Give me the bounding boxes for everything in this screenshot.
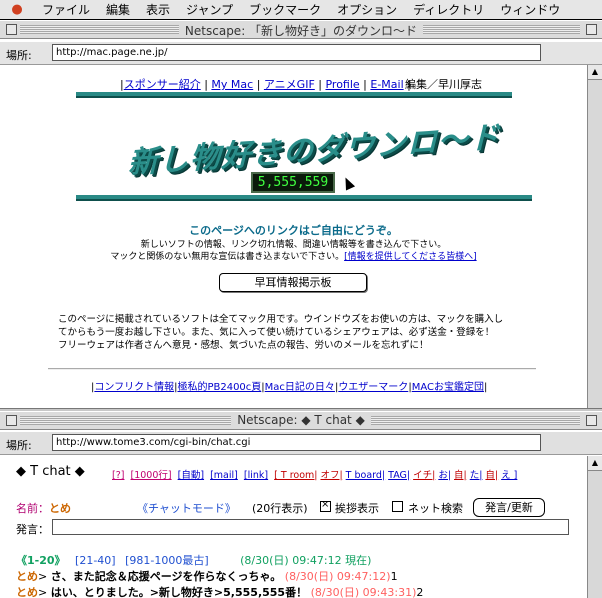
chat-page-content: ◆ T chat ◆ [?] [1000行] [自動] [mail] [link… — [0, 456, 587, 598]
nav-link-sponsor[interactable]: スポンサー紹介 — [124, 78, 201, 91]
chat-mode-link[interactable]: 《チャットモード》 — [137, 500, 236, 516]
bottom-link-mac-otakara[interactable]: MACお宝鑑定団 — [412, 382, 484, 393]
greeting-label: 挨拶表示 — [335, 502, 379, 515]
location-label: 場所: — [6, 49, 32, 62]
notice-line-1: このページに掲載されているソフトは全てマック用です。ウインドウズをお使いの方は、… — [58, 314, 504, 325]
menu-window[interactable]: ウィンドウ — [492, 1, 568, 18]
chat-link-mail[interactable]: [mail] — [210, 470, 238, 481]
chat-link-ichi[interactable]: イチ| — [413, 470, 435, 481]
notice-line-2: てからもう一度お越し下さい。また、気に入って使い続けているシェアウェアは、必ず送… — [58, 327, 495, 338]
message-author: とめ — [16, 586, 38, 598]
window2-scrollbar[interactable]: ▲ — [587, 456, 602, 598]
chat-message: とめ> はい、とりました。>新し物好き>5,555,555番！ (8/30(日)… — [16, 586, 424, 598]
pager: 《1-20》 [21-40] [981-1000最古] (8/30(日) 09:… — [16, 552, 371, 568]
location-label: 場所: — [6, 439, 32, 452]
window1-title: Netscape: 「新し物好き」のダウンロ〜ド — [178, 24, 424, 38]
chat-link-ji-2[interactable]: 自| — [485, 470, 498, 481]
window2-title: Netscape: ◆ T chat ◆ — [231, 413, 371, 427]
menu-bookmarks[interactable]: ブックマーク — [241, 1, 329, 18]
chat-link-link[interactable]: [link] — [244, 470, 268, 481]
editor-credit: 編集／早川厚志 — [405, 78, 482, 91]
pager-link-oldest[interactable]: [981-1000最古] — [125, 554, 209, 567]
bottom-link-pb2400c[interactable]: 極私的PB2400c頁 — [177, 382, 261, 393]
chat-link-ta[interactable]: た| — [470, 470, 483, 481]
chat-link-auto[interactable]: [自動] — [178, 470, 204, 481]
chat-links: [?] [1000行] [自動] [mail] [link] [ T room|… — [112, 467, 520, 481]
name-row: 名前：とめ — [16, 500, 71, 516]
apple-icon[interactable]: ● — [0, 2, 34, 17]
access-counter: 5,555,559 — [251, 172, 335, 193]
scroll-up-arrow-icon[interactable]: ▲ — [588, 65, 602, 80]
invite-line-2: マックと関係のない無用な宣伝は書き込まないで下さい。[情報を提供してくださる皆様… — [110, 252, 477, 262]
nav-links: |スポンサー紹介 | My Mac | アニメGIF | Profile | E… — [120, 78, 411, 91]
name-label: 名前： — [16, 502, 49, 515]
message-label: 発言： — [16, 523, 49, 536]
chat-link-o[interactable]: お| — [438, 470, 451, 481]
window1-location-bar: 場所: http://mac.page.ne.jp/ — [0, 42, 602, 65]
message-input[interactable] — [52, 519, 569, 535]
nav-link-email[interactable]: E-Mail — [370, 78, 403, 91]
window2-location-bar: 場所: http://www.tome3.com/cgi-bin/chat.cg… — [0, 432, 602, 455]
pager-current: 《1-20》 — [16, 554, 66, 567]
window1-scrollbar[interactable]: ▲ — [587, 65, 602, 408]
menu-view[interactable]: 表示 — [138, 1, 178, 18]
chat-message: とめ> さ、また記念＆応援ページを作らなくっちゃ。 (8/30(日) 09:47… — [16, 570, 398, 583]
message-author: とめ — [16, 570, 38, 583]
message-number: 1 — [390, 570, 398, 583]
chat-link-help[interactable]: [?] — [112, 470, 124, 481]
lines-display: (20行表示) — [252, 502, 308, 515]
message-text: さ、また記念＆応援ページを作らなくっちゃ。 — [50, 570, 282, 583]
name-value[interactable]: とめ — [49, 502, 71, 515]
chat-link-t-board[interactable]: T board| — [346, 470, 385, 481]
message-number: 2 — [416, 586, 424, 598]
net-search-label: ネット検索 — [408, 502, 463, 515]
link-invite-heading: このページへのリンクはご自由にどうぞ。 — [189, 224, 398, 237]
current-time: (8/30(日) 09:47:12 現在) — [240, 554, 372, 567]
divider-bar-top — [76, 92, 512, 96]
notice-line-3: フリーウェアは作者さんへ意見・感想、気づいた点の報告、労いのメールを忘れずに！ — [58, 340, 429, 351]
bottom-links: |コンフリクト情報|極私的PB2400c頁|Mac日記の日々|ウエザーマーク|M… — [91, 382, 488, 393]
menu-go[interactable]: ジャンプ — [178, 1, 241, 18]
net-search-checkbox[interactable] — [392, 501, 403, 512]
chat-link-tag[interactable]: TAG| — [388, 470, 410, 481]
location-field[interactable]: http://www.tome3.com/cgi-bin/chat.cgi — [52, 434, 541, 451]
window1-titlebar[interactable]: Netscape: 「新し物好き」のダウンロ〜ド — [0, 20, 602, 39]
message-text: はい、とりました。>新し物好き>5,555,555番！ — [50, 586, 308, 598]
chat-title: ◆ T chat ◆ — [16, 464, 85, 479]
chat-link-1000-lines[interactable]: [1000行] — [131, 470, 172, 481]
nav-link-profile[interactable]: Profile — [325, 78, 359, 91]
pager-link-21-40[interactable]: [21-40] — [75, 554, 116, 567]
bottom-link-mac-diary[interactable]: Mac日記の日々 — [265, 382, 335, 393]
location-field[interactable]: http://mac.page.ne.jp/ — [52, 44, 541, 61]
chat-link-t-room[interactable]: [ T room| — [274, 470, 317, 481]
page-content: |スポンサー紹介 | My Mac | アニメGIF | Profile | E… — [0, 65, 587, 408]
menu-options[interactable]: オプション — [329, 1, 405, 18]
post-update-button[interactable]: 発言/更新 — [473, 498, 545, 517]
scroll-up-arrow-icon[interactable]: ▲ — [588, 456, 602, 471]
info-board-button[interactable]: 早耳情報掲示板 — [219, 273, 367, 292]
chat-link-ji-1[interactable]: 自| — [454, 470, 467, 481]
info-providers-link[interactable]: [情報を提供してくださる皆様へ] — [344, 252, 476, 262]
menu-edit[interactable]: 編集 — [98, 1, 138, 18]
chat-link-e[interactable]: え ] — [501, 470, 517, 481]
bottom-link-conflict[interactable]: コンフリクト情報 — [94, 382, 174, 393]
chat-link-off[interactable]: オフ| — [320, 470, 342, 481]
message-time: (8/30(日) 09:43:31) — [310, 586, 417, 598]
horizontal-rule — [48, 368, 536, 370]
window2-titlebar[interactable]: Netscape: ◆ T chat ◆ — [0, 411, 602, 430]
menu-bar: ● ファイル 編集 表示 ジャンプ ブックマーク オプション ディレクトリ ウィ… — [0, 0, 602, 20]
nav-link-mymac[interactable]: My Mac — [211, 78, 253, 91]
menu-directory[interactable]: ディレクトリ — [405, 1, 492, 18]
bottom-link-weather-mark[interactable]: ウエザーマーク — [338, 382, 408, 393]
greeting-checkbox[interactable] — [320, 499, 331, 512]
divider-bar-bottom — [76, 195, 532, 199]
message-time: (8/30(日) 09:47:12) — [284, 570, 391, 583]
menu-file[interactable]: ファイル — [34, 1, 98, 18]
mouse-cursor-icon — [340, 175, 356, 191]
nav-link-anime-gif[interactable]: アニメGIF — [264, 78, 315, 91]
